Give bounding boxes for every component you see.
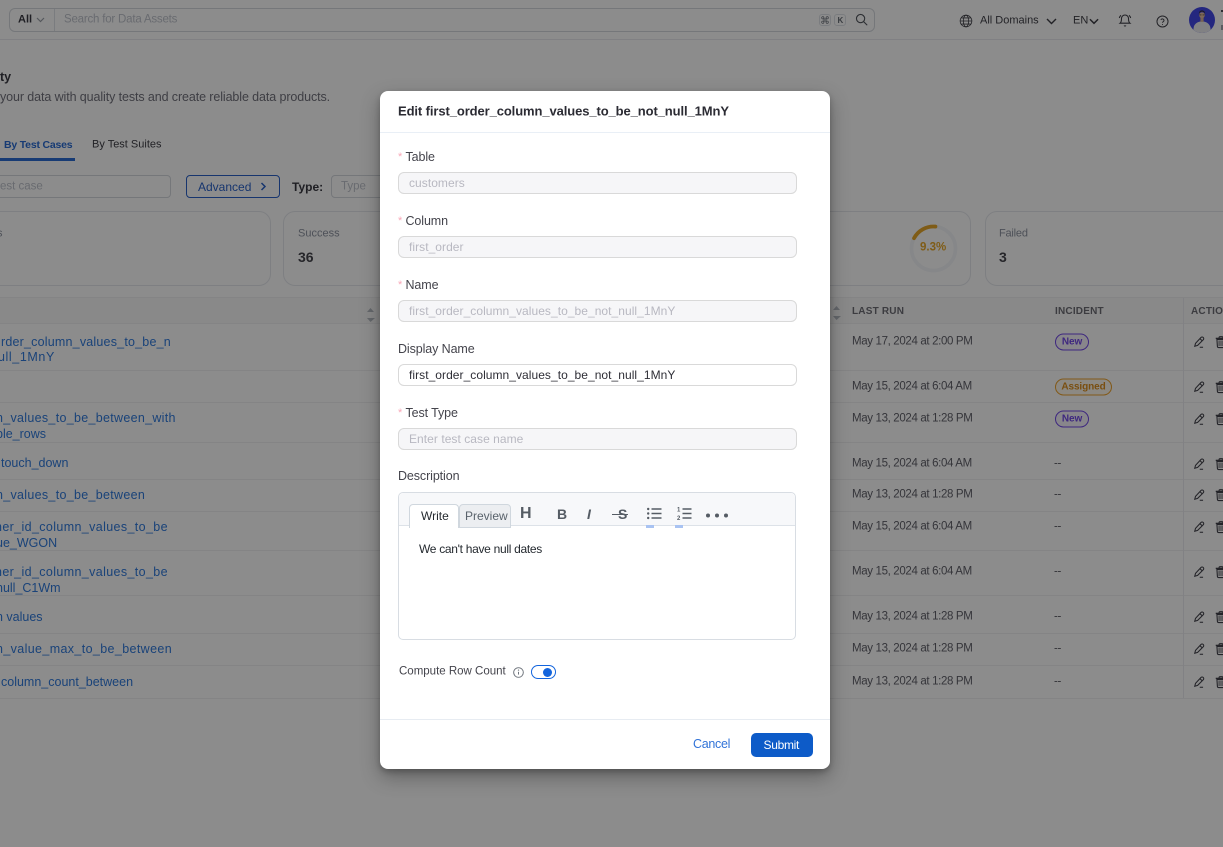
svg-text:1: 1: [677, 508, 681, 514]
svg-text:2: 2: [677, 516, 681, 520]
